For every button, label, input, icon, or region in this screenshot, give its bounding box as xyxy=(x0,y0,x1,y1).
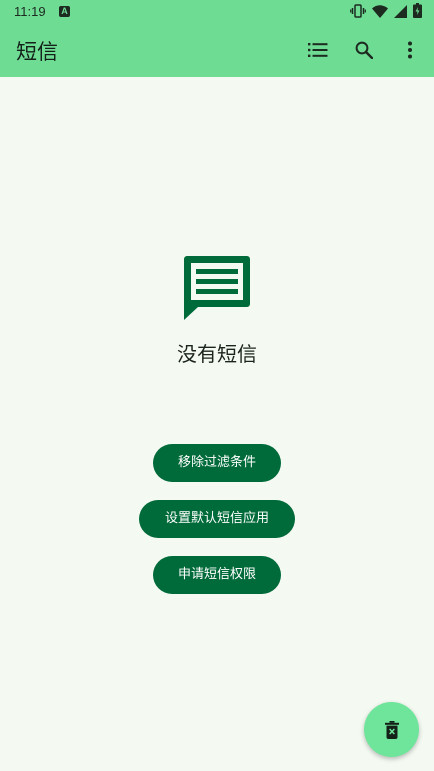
message-icon xyxy=(184,256,250,320)
request-sms-permission-button[interactable]: 申请短信权限 xyxy=(153,556,281,594)
search-icon xyxy=(355,41,373,59)
list-button[interactable] xyxy=(302,34,334,66)
empty-state-text: 没有短信 xyxy=(177,342,257,366)
a-letter-icon: A xyxy=(59,6,70,17)
battery-icon xyxy=(413,2,422,22)
page-title: 短信 xyxy=(16,40,58,64)
more-options-button[interactable] xyxy=(394,34,426,66)
delete-icon xyxy=(384,720,399,739)
status-bar: 11:19 A xyxy=(0,0,434,24)
delete-fab[interactable] xyxy=(364,702,419,757)
more-vert-icon xyxy=(408,41,412,59)
top-bar: 11:19 A 短信 xyxy=(0,0,434,77)
status-icons xyxy=(350,2,422,22)
remove-filter-button[interactable]: 移除过滤条件 xyxy=(153,444,281,482)
cellular-signal-icon xyxy=(394,3,407,22)
app-bar: 短信 xyxy=(0,24,434,77)
list-icon xyxy=(308,43,328,57)
wifi-icon xyxy=(372,3,388,22)
vibrate-icon xyxy=(350,3,366,22)
set-default-sms-app-button[interactable]: 设置默认短信应用 xyxy=(139,500,295,538)
search-button[interactable] xyxy=(348,34,380,66)
status-time: 11:19 xyxy=(14,4,46,19)
